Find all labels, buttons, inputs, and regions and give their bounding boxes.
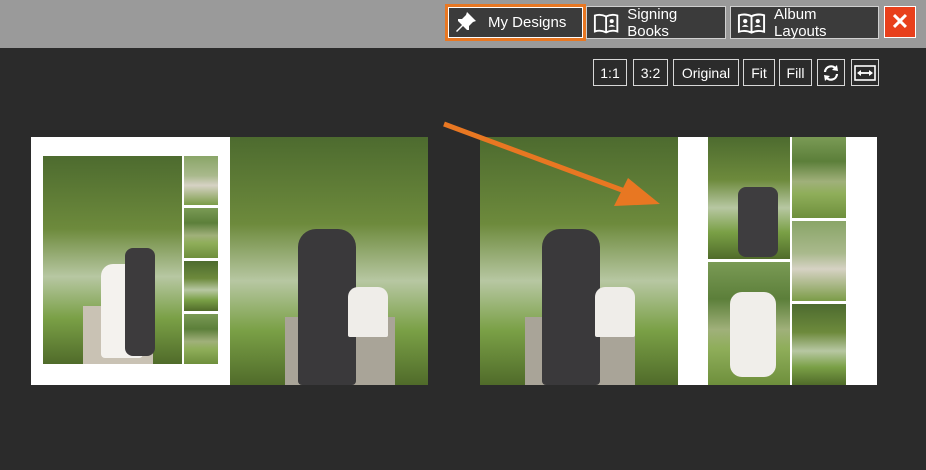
thumb-3[interactable] — [184, 261, 218, 311]
signing-books-button[interactable]: Signing Books — [586, 5, 726, 40]
original-button[interactable]: Original — [673, 59, 739, 86]
couple-figure — [738, 187, 778, 257]
collage-photo-1[interactable] — [708, 137, 790, 259]
ratio-3-2-label: 3:2 — [640, 64, 661, 81]
top-toolbar: My Designs Signing Books Album Layouts ✕ — [0, 0, 926, 48]
bride-background-figure — [348, 287, 388, 337]
thumb-1[interactable] — [184, 156, 218, 205]
rotate-icon — [823, 64, 839, 81]
album-layouts-label: Album Layouts — [774, 5, 827, 40]
collage-photo-3[interactable] — [792, 221, 846, 301]
bride-background-figure — [595, 287, 635, 337]
ratio-3-2-button[interactable]: 3:2 — [633, 59, 668, 86]
fill-label: Fill — [786, 64, 805, 81]
swap-icon — [854, 64, 876, 81]
original-label: Original — [681, 64, 731, 81]
signing-books-label: Signing Books — [627, 5, 678, 40]
fill-button[interactable]: Fill — [779, 59, 812, 86]
close-icon: ✕ — [890, 9, 910, 34]
fit-button[interactable]: Fit — [743, 59, 775, 86]
album-icon — [737, 13, 766, 34]
my-designs-button[interactable]: My Designs — [445, 4, 586, 41]
collage-photo-2[interactable] — [792, 137, 846, 218]
ratio-1-1-button[interactable]: 1:1 — [593, 59, 627, 86]
pin-icon — [456, 11, 476, 32]
fit-label: Fit — [751, 64, 767, 81]
collage-photo-4[interactable] — [708, 262, 790, 385]
rotate-button[interactable] — [817, 59, 845, 86]
album-layouts-button[interactable]: Album Layouts — [730, 5, 879, 40]
collage-photo-5[interactable] — [792, 304, 846, 385]
groom-photo-right[interactable] — [480, 137, 678, 385]
thumb-2[interactable] — [184, 208, 218, 258]
thumb-4[interactable] — [184, 314, 218, 364]
kiss-photo[interactable] — [43, 156, 182, 364]
swap-button[interactable] — [851, 59, 879, 86]
couple-figure — [730, 292, 776, 377]
right-spread[interactable] — [480, 137, 877, 385]
groom-photo[interactable] — [230, 137, 428, 385]
open-book-icon — [593, 13, 619, 33]
groom-figure — [125, 248, 155, 356]
ratio-1-1-label: 1:1 — [600, 64, 620, 81]
my-designs-label: My Designs — [488, 14, 567, 31]
close-button[interactable]: ✕ — [884, 6, 916, 38]
groom-figure — [542, 229, 600, 385]
left-spread[interactable] — [31, 137, 428, 385]
